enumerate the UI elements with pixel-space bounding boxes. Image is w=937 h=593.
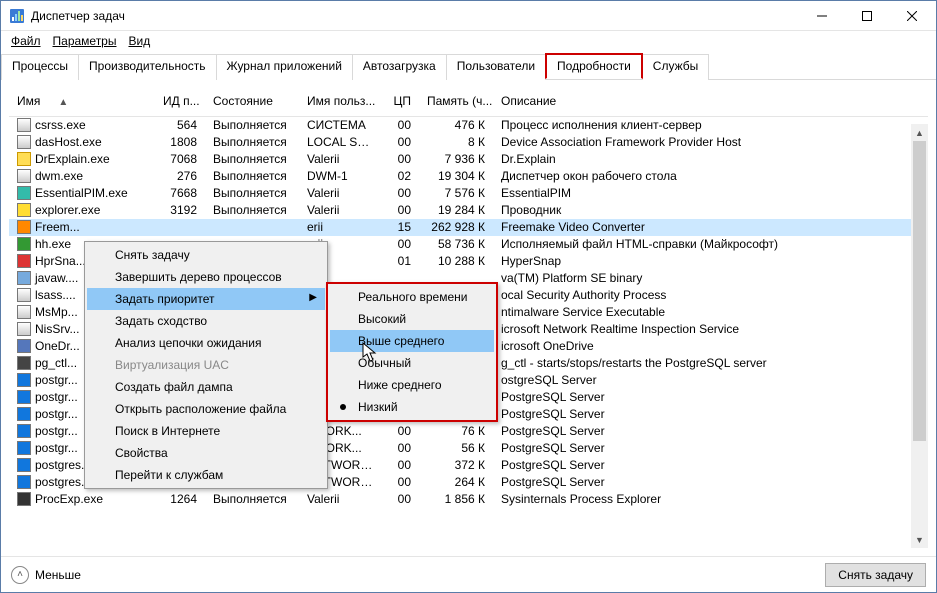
process-icon bbox=[17, 203, 31, 217]
col-user[interactable]: Имя польз... bbox=[299, 88, 383, 117]
table-row[interactable]: dasHost.exe1808ВыполняетсяLOCAL SE...008… bbox=[9, 134, 928, 151]
table-row[interactable]: dwm.exe276ВыполняетсяDWM-10219 304 КДисп… bbox=[9, 168, 928, 185]
app-icon bbox=[9, 8, 25, 24]
process-icon bbox=[17, 186, 31, 200]
context-menu-item[interactable]: Свойства bbox=[87, 442, 325, 464]
process-icon bbox=[17, 458, 31, 472]
titlebar: Диспетчер задач bbox=[1, 1, 936, 31]
tab-services[interactable]: Службы bbox=[642, 54, 709, 80]
minimize-button[interactable] bbox=[799, 1, 844, 30]
scroll-down-icon[interactable]: ▼ bbox=[911, 531, 928, 548]
chevron-up-icon: ˄ bbox=[11, 566, 29, 584]
context-menu-item[interactable]: Поиск в Интернете bbox=[87, 420, 325, 442]
tab-users[interactable]: Пользователи bbox=[446, 54, 546, 80]
process-icon bbox=[17, 339, 31, 353]
fewer-details-button[interactable]: ˄ Меньше bbox=[11, 566, 81, 584]
process-icon bbox=[17, 390, 31, 404]
table-row[interactable]: ProcExp.exe1264ВыполняетсяValerii001 856… bbox=[9, 491, 928, 508]
priority-menu-item[interactable]: Обычный bbox=[330, 352, 494, 374]
priority-menu-item[interactable]: Реального времени bbox=[330, 286, 494, 308]
context-menu-item[interactable]: Завершить дерево процессов bbox=[87, 266, 325, 288]
priority-menu-item[interactable]: Низкий bbox=[330, 396, 494, 418]
col-cpu[interactable]: ЦП bbox=[383, 88, 419, 117]
table-row[interactable]: explorer.exe3192ВыполняетсяValerii0019 2… bbox=[9, 202, 928, 219]
process-icon bbox=[17, 118, 31, 132]
process-icon bbox=[17, 373, 31, 387]
context-menu-item[interactable]: Задать приоритет▶ bbox=[87, 288, 325, 310]
context-menu-item[interactable]: Задать сходство bbox=[87, 310, 325, 332]
process-icon bbox=[17, 254, 31, 268]
col-desc[interactable]: Описание bbox=[493, 88, 928, 117]
tab-processes[interactable]: Процессы bbox=[1, 54, 79, 80]
process-icon bbox=[17, 356, 31, 370]
col-name[interactable]: Имя▲ bbox=[9, 88, 155, 117]
close-button[interactable] bbox=[889, 1, 934, 30]
submenu-arrow-icon: ▶ bbox=[309, 292, 317, 303]
col-mem[interactable]: Память (ч... bbox=[419, 88, 493, 117]
col-state[interactable]: Состояние bbox=[205, 88, 299, 117]
process-icon bbox=[17, 322, 31, 336]
menubar: Файл Параметры Вид bbox=[1, 31, 936, 51]
priority-menu-item[interactable]: Ниже среднего bbox=[330, 374, 494, 396]
context-menu-item[interactable]: Открыть расположение файла bbox=[87, 398, 325, 420]
tab-apphistory[interactable]: Журнал приложений bbox=[216, 54, 353, 80]
table-header-row: Имя▲ ИД п... Состояние Имя польз... ЦП П… bbox=[9, 88, 928, 117]
tab-strip: Процессы Производительность Журнал прило… bbox=[1, 53, 936, 80]
tab-startup[interactable]: Автозагрузка bbox=[352, 54, 447, 80]
col-pid[interactable]: ИД п... bbox=[155, 88, 205, 117]
menu-file[interactable]: Файл bbox=[7, 33, 45, 49]
process-icon bbox=[17, 220, 31, 234]
menu-view[interactable]: Вид bbox=[124, 33, 154, 49]
table-row[interactable]: csrss.exe564ВыполняетсяСИСТЕМА00476 КПро… bbox=[9, 117, 928, 135]
context-menu-item: Виртуализация UAC bbox=[87, 354, 325, 376]
context-menu-item[interactable]: Снять задачу bbox=[87, 244, 325, 266]
maximize-button[interactable] bbox=[844, 1, 889, 30]
table-row[interactable]: EssentialPIM.exe7668ВыполняетсяValerii00… bbox=[9, 185, 928, 202]
vertical-scrollbar[interactable]: ▲ ▼ bbox=[911, 124, 928, 548]
process-icon bbox=[17, 237, 31, 251]
window-title: Диспетчер задач bbox=[31, 9, 799, 23]
sort-asc-icon: ▲ bbox=[58, 97, 68, 108]
scroll-thumb[interactable] bbox=[913, 141, 926, 441]
tab-details[interactable]: Подробности bbox=[545, 53, 643, 79]
context-menu-item[interactable]: Анализ цепочки ожидания bbox=[87, 332, 325, 354]
process-icon bbox=[17, 135, 31, 149]
end-task-button[interactable]: Снять задачу bbox=[825, 563, 926, 587]
context-menu: Снять задачуЗавершить дерево процессовЗа… bbox=[84, 241, 328, 489]
priority-menu-item[interactable]: Высокий bbox=[330, 308, 494, 330]
process-icon bbox=[17, 492, 31, 506]
tab-performance[interactable]: Производительность bbox=[78, 54, 216, 80]
scroll-up-icon[interactable]: ▲ bbox=[911, 124, 928, 141]
process-icon bbox=[17, 407, 31, 421]
menu-options[interactable]: Параметры bbox=[49, 33, 121, 49]
context-menu-item[interactable]: Перейти к службам bbox=[87, 464, 325, 486]
process-icon bbox=[17, 424, 31, 438]
bottom-bar: ˄ Меньше Снять задачу bbox=[1, 556, 936, 592]
process-icon bbox=[17, 441, 31, 455]
process-icon bbox=[17, 305, 31, 319]
process-icon bbox=[17, 475, 31, 489]
table-row[interactable]: Freem...erii15262 928 КFreemake Video Co… bbox=[9, 219, 928, 236]
process-icon bbox=[17, 169, 31, 183]
process-icon bbox=[17, 271, 31, 285]
radio-dot-icon bbox=[340, 404, 346, 410]
priority-menu-item[interactable]: Выше среднего bbox=[330, 330, 494, 352]
process-icon bbox=[17, 288, 31, 302]
priority-submenu: Реального времениВысокийВыше среднегоОбы… bbox=[326, 282, 498, 422]
process-icon bbox=[17, 152, 31, 166]
table-row[interactable]: DrExplain.exe7068ВыполняетсяValerii007 9… bbox=[9, 151, 928, 168]
context-menu-item[interactable]: Создать файл дампа bbox=[87, 376, 325, 398]
